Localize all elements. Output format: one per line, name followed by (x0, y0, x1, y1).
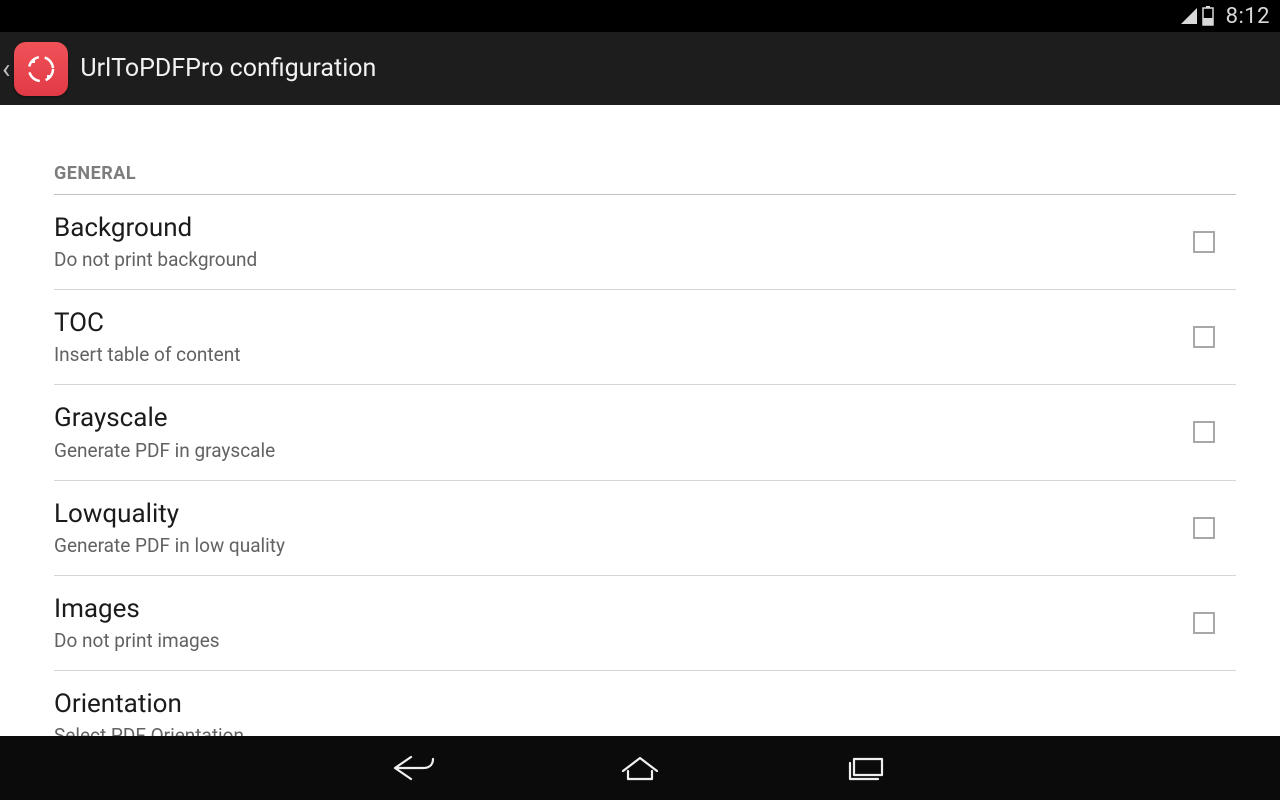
section-header-general: GENERAL (54, 105, 1236, 195)
nav-back-button[interactable] (386, 748, 442, 788)
setting-subtitle: Insert table of content (54, 343, 1172, 366)
setting-subtitle: Do not print images (54, 629, 1172, 652)
setting-row-background[interactable]: Background Do not print background (54, 195, 1236, 290)
page-title: UrlToPDFPro configuration (80, 54, 376, 83)
setting-row-orientation[interactable]: Orientation Select PDF Orientation (54, 671, 1236, 736)
nav-home-button[interactable] (612, 748, 668, 788)
checkbox-grayscale[interactable] (1193, 421, 1215, 443)
setting-row-grayscale[interactable]: Grayscale Generate PDF in grayscale (54, 385, 1236, 480)
setting-title: Images (54, 594, 1172, 625)
home-icon (615, 753, 665, 783)
setting-title: Grayscale (54, 403, 1172, 434)
signal-icon (1180, 7, 1198, 25)
back-chevron-icon[interactable]: ‹ (0, 55, 14, 83)
setting-title: Lowquality (54, 499, 1172, 530)
navigation-bar (0, 736, 1280, 800)
app-icon[interactable] (14, 42, 68, 96)
recents-icon (841, 753, 891, 783)
settings-content: GENERAL Background Do not print backgrou… (0, 105, 1280, 736)
checkbox-images[interactable] (1193, 612, 1215, 634)
clock: 8:12 (1226, 4, 1270, 29)
status-bar: 8:12 (0, 0, 1280, 32)
setting-row-lowquality[interactable]: Lowquality Generate PDF in low quality (54, 481, 1236, 576)
action-bar: ‹ UrlToPDFPro configuration (0, 32, 1280, 105)
setting-subtitle: Select PDF Orientation (54, 724, 1236, 736)
checkbox-background[interactable] (1193, 231, 1215, 253)
setting-title: TOC (54, 308, 1172, 339)
checkbox-toc[interactable] (1193, 326, 1215, 348)
setting-subtitle: Do not print background (54, 248, 1172, 271)
setting-title: Orientation (54, 689, 1236, 720)
setting-subtitle: Generate PDF in grayscale (54, 439, 1172, 462)
nav-recents-button[interactable] (838, 748, 894, 788)
checkbox-lowquality[interactable] (1193, 517, 1215, 539)
back-icon (389, 753, 439, 783)
setting-title: Background (54, 213, 1172, 244)
setting-row-images[interactable]: Images Do not print images (54, 576, 1236, 671)
battery-icon (1202, 6, 1214, 26)
setting-subtitle: Generate PDF in low quality (54, 534, 1172, 557)
setting-row-toc[interactable]: TOC Insert table of content (54, 290, 1236, 385)
status-icons: 8:12 (1180, 4, 1270, 29)
